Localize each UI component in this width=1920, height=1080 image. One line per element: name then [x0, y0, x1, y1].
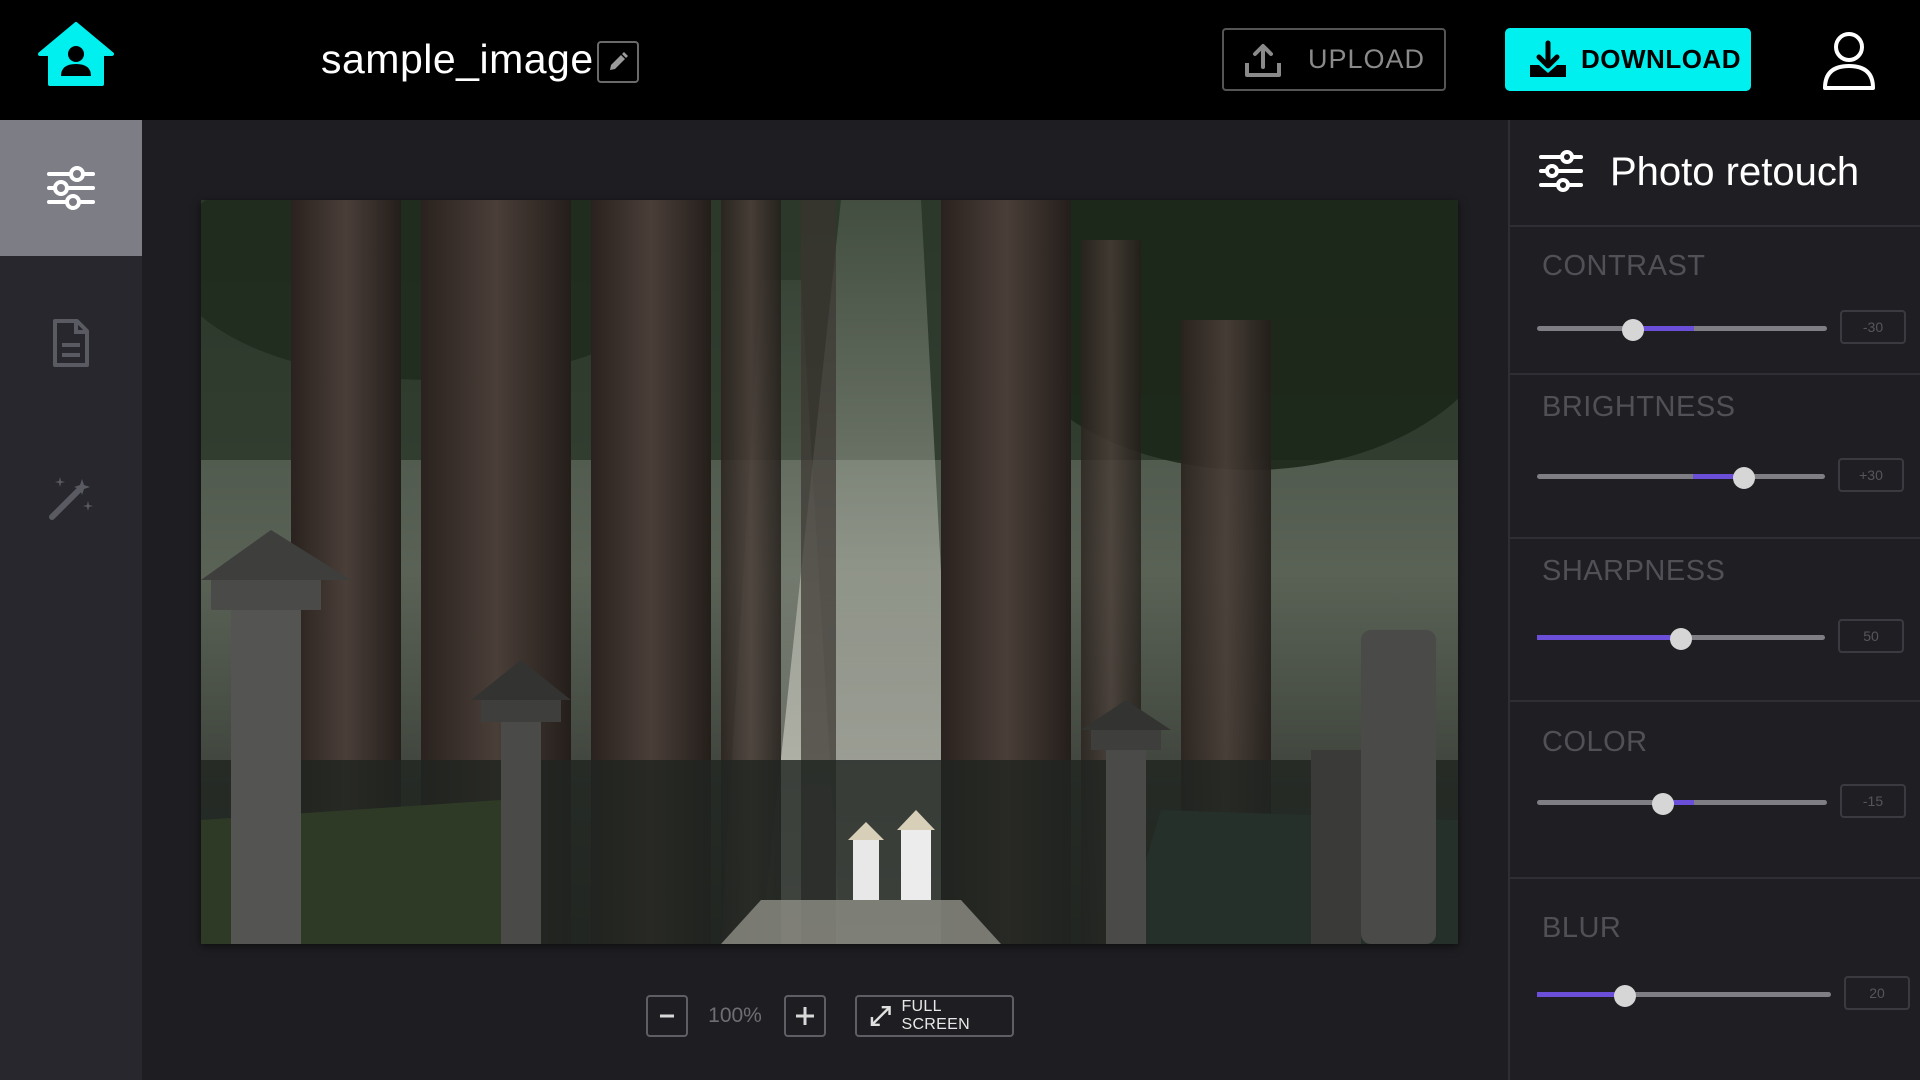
slider-thumb[interactable]	[1733, 467, 1756, 489]
rename-button[interactable]	[597, 41, 639, 83]
sidebar-item-adjustments[interactable]	[0, 120, 142, 256]
magic-wand-icon	[49, 477, 93, 520]
sharpness-slider[interactable]	[1537, 628, 1825, 650]
sharpness-label: SHARPNESS	[1542, 555, 1726, 587]
forest-photo	[201, 200, 1458, 944]
sidebar-item-effects[interactable]	[0, 430, 142, 566]
panel-title: Photo retouch	[1610, 150, 1860, 194]
retouch-panel: Photo retouch CONTRAST -30 BRIGHTNESS +3…	[1508, 120, 1920, 1080]
upload-label: UPLOAD	[1308, 44, 1426, 74]
left-sidebar	[0, 120, 142, 1080]
fullscreen-label: FULL SCREEN	[901, 998, 970, 1033]
color-value[interactable]: -15	[1840, 784, 1906, 818]
zoom-in-button[interactable]	[784, 995, 826, 1037]
download-button[interactable]: DOWNLOAD	[1505, 28, 1751, 91]
user-icon	[1823, 32, 1875, 90]
file-name-title: sample_image	[321, 36, 594, 82]
brightness-value[interactable]: +30	[1838, 458, 1904, 492]
slider-thumb[interactable]	[1652, 793, 1675, 815]
zoom-out-button[interactable]	[646, 995, 688, 1037]
upload-icon	[1245, 43, 1281, 77]
blur-label: BLUR	[1542, 912, 1622, 944]
sharpness-value[interactable]: 50	[1838, 619, 1904, 653]
contrast-value[interactable]: -30	[1840, 310, 1906, 344]
sidebar-item-document[interactable]	[0, 275, 142, 411]
pencil-icon	[610, 52, 628, 70]
photo-preview	[201, 200, 1458, 944]
brightness-section: BRIGHTNESS +30	[1510, 375, 1920, 539]
download-label: DOWNLOAD	[1581, 44, 1741, 74]
sliders-icon	[47, 166, 95, 210]
sharpness-section: SHARPNESS 50	[1510, 539, 1920, 702]
zoom-level: 100%	[708, 1004, 762, 1027]
slider-thumb[interactable]	[1621, 319, 1644, 341]
blur-value[interactable]: 20	[1844, 976, 1910, 1010]
upload-button[interactable]: UPLOAD	[1222, 28, 1446, 91]
plus-icon	[796, 1007, 814, 1025]
blur-slider[interactable]	[1537, 985, 1831, 1007]
slider-fill	[1537, 635, 1681, 640]
sliders-icon	[1539, 150, 1583, 192]
slider-thumb[interactable]	[1670, 628, 1692, 650]
slider-track[interactable]	[1537, 474, 1825, 479]
contrast-slider[interactable]	[1537, 319, 1827, 341]
slider-thumb[interactable]	[1614, 985, 1637, 1007]
download-icon	[1530, 40, 1566, 77]
panel-header: Photo retouch	[1510, 120, 1920, 227]
brightness-label: BRIGHTNESS	[1542, 391, 1736, 423]
color-label: COLOR	[1542, 726, 1648, 758]
contrast-label: CONTRAST	[1542, 250, 1706, 282]
expand-icon	[870, 1005, 891, 1027]
user-account-button[interactable]	[1820, 30, 1878, 92]
document-icon	[53, 319, 89, 367]
fullscreen-button[interactable]: FULL SCREEN	[855, 995, 1014, 1037]
blur-section: BLUR 20	[1510, 879, 1920, 1080]
slider-fill	[1537, 992, 1626, 997]
minus-icon	[660, 1014, 674, 1018]
color-section: COLOR -15	[1510, 702, 1920, 879]
home-button[interactable]	[38, 20, 114, 90]
color-slider[interactable]	[1537, 793, 1827, 815]
home-icon	[38, 22, 114, 86]
contrast-section: CONTRAST -30	[1510, 227, 1920, 375]
top-bar: sample_image UPLOAD DOWNLOAD	[0, 0, 1920, 120]
brightness-slider[interactable]	[1537, 467, 1825, 489]
